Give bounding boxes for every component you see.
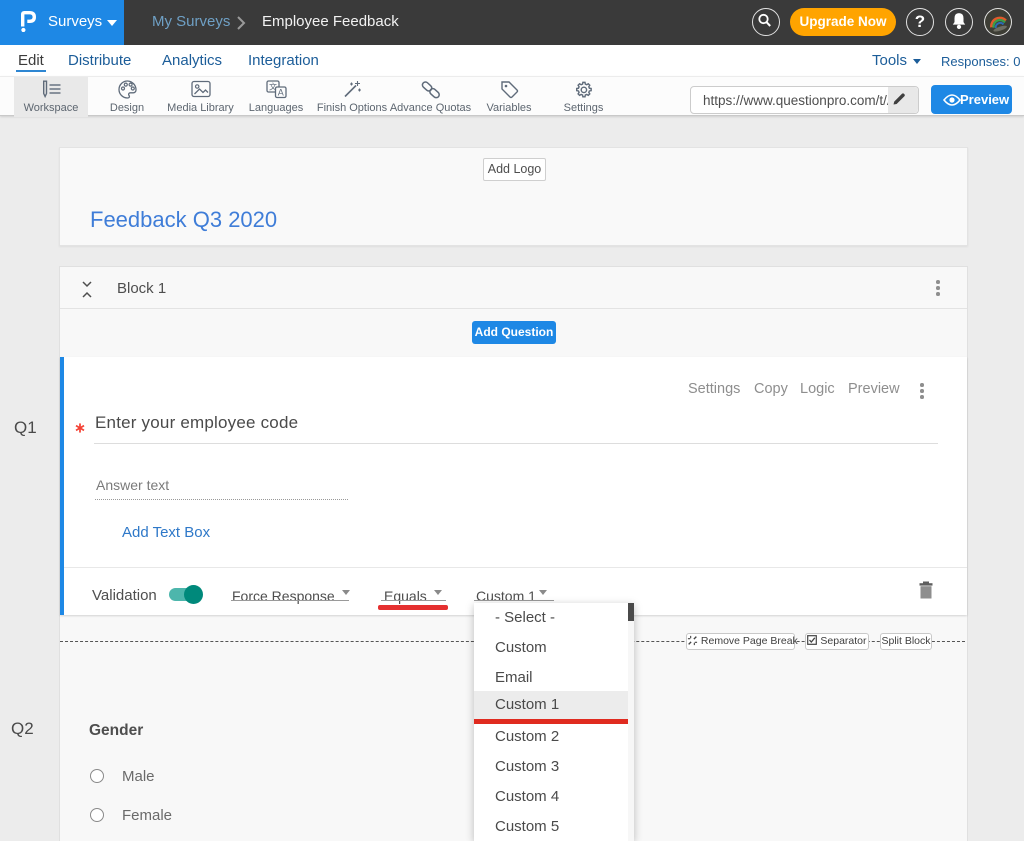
- svg-text:A: A: [278, 88, 284, 98]
